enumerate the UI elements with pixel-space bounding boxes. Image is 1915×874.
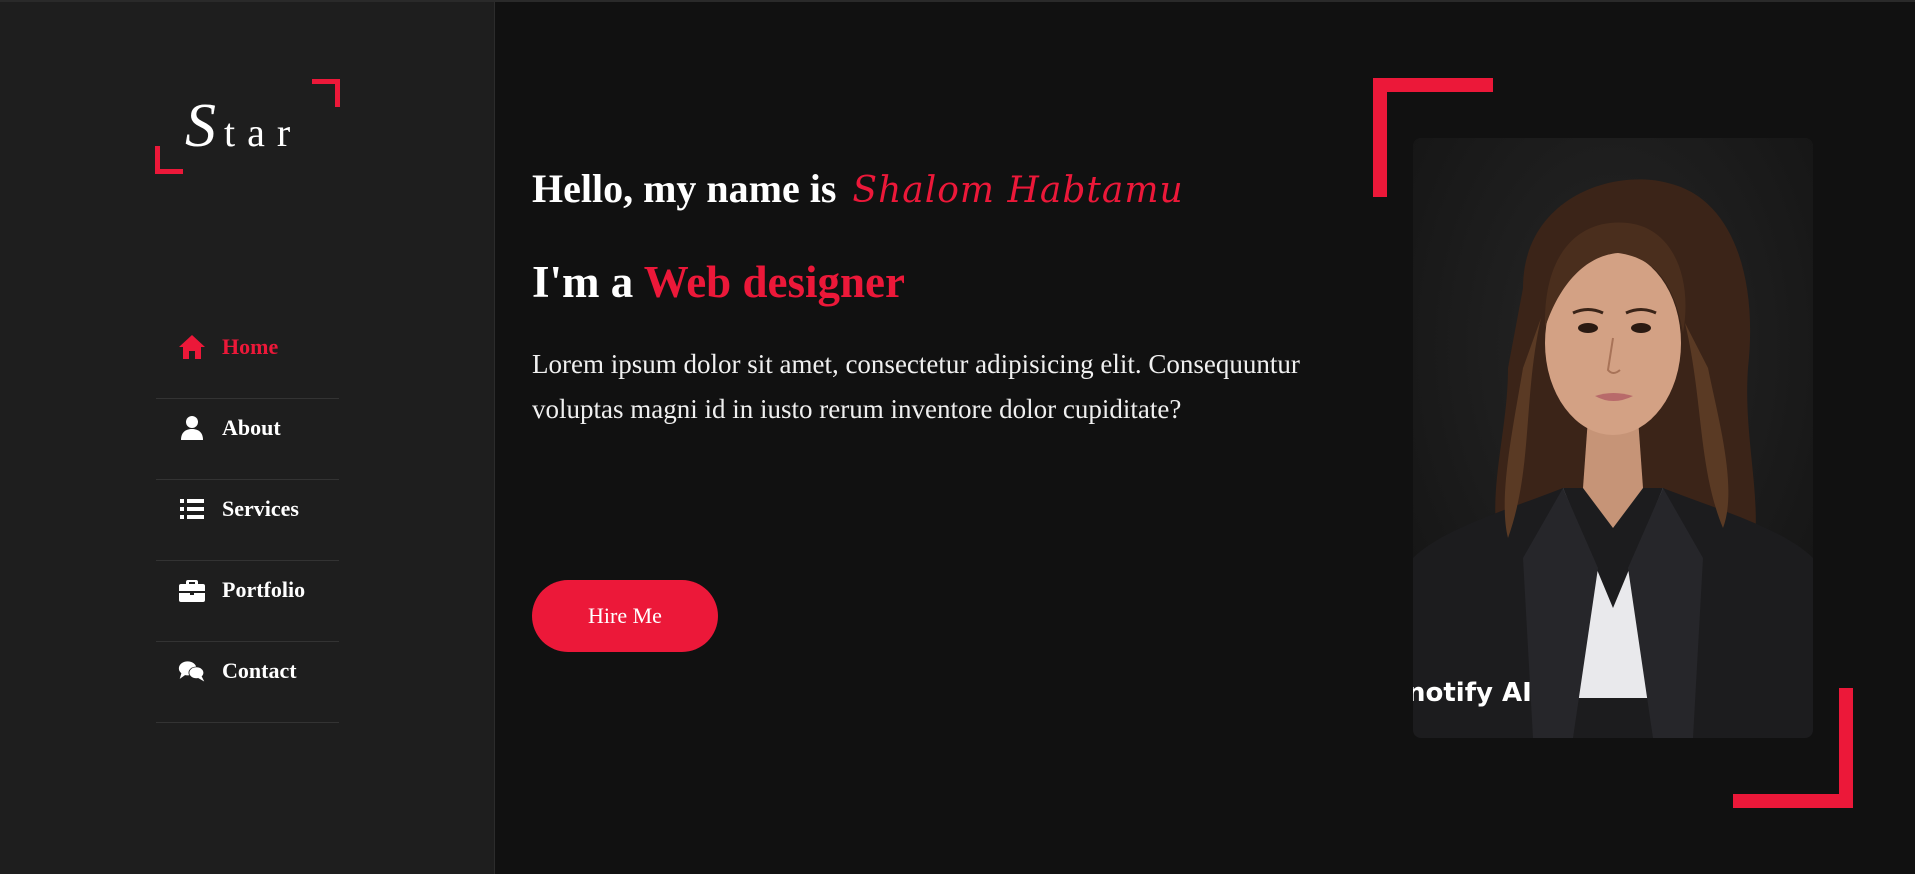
greeting-line: Hello, my name is Shalom Habtamu	[532, 165, 1184, 212]
hire-me-button[interactable]: Hire Me	[532, 580, 718, 652]
list-icon	[180, 499, 204, 519]
nav-link-about[interactable]: About	[178, 415, 281, 441]
nav-link-portfolio[interactable]: Portfolio	[178, 577, 305, 603]
nav-link-home[interactable]: Home	[178, 334, 278, 360]
nav-label-portfolio: Portfolio	[222, 577, 306, 602]
frame-corner-bottom-right	[1733, 688, 1853, 808]
nav-link-services[interactable]: Services	[178, 496, 299, 522]
nav-item-home[interactable]: Home	[156, 318, 339, 399]
role-prefix: I'm a	[532, 257, 634, 307]
nav-item-services[interactable]: Services	[156, 480, 339, 561]
portrait-illustration	[1413, 138, 1813, 738]
role-line: I'm a Web designer	[532, 256, 905, 308]
nav-label-home: Home	[222, 334, 279, 359]
logo-corner-bottom-left	[155, 146, 183, 174]
watermark-text: notify AI	[1413, 678, 1532, 708]
profile-photo: notify AI	[1413, 138, 1813, 738]
nav-label-services: Services	[222, 496, 299, 521]
nav-item-about[interactable]: About	[156, 399, 339, 480]
comments-icon	[178, 661, 205, 682]
logo-text: Star	[185, 91, 302, 162]
greeting-text: Hello, my name is	[532, 166, 837, 211]
briefcase-icon	[179, 580, 205, 602]
nav-item-portfolio[interactable]: Portfolio	[156, 561, 339, 642]
role-title: Web designer	[643, 257, 905, 307]
nav-label-about: About	[222, 415, 281, 440]
hero-description: Lorem ipsum dolor sit amet, consectetur …	[532, 349, 1300, 424]
nav-label-contact: Contact	[222, 658, 297, 683]
logo[interactable]: Star	[155, 79, 340, 174]
main-nav: Home About Services Portfolio Contact	[156, 318, 339, 723]
person-name: Shalom Habtamu	[852, 170, 1184, 211]
nav-item-contact[interactable]: Contact	[156, 642, 339, 723]
nav-link-contact[interactable]: Contact	[178, 658, 297, 684]
logo-corner-top-right	[312, 79, 340, 107]
sidebar: Star Home About Services Portfolio Conta…	[0, 2, 495, 874]
logo-rest: tar	[224, 110, 303, 155]
logo-first-letter: S	[185, 92, 224, 160]
home-icon	[179, 335, 205, 359]
user-icon	[181, 416, 203, 440]
